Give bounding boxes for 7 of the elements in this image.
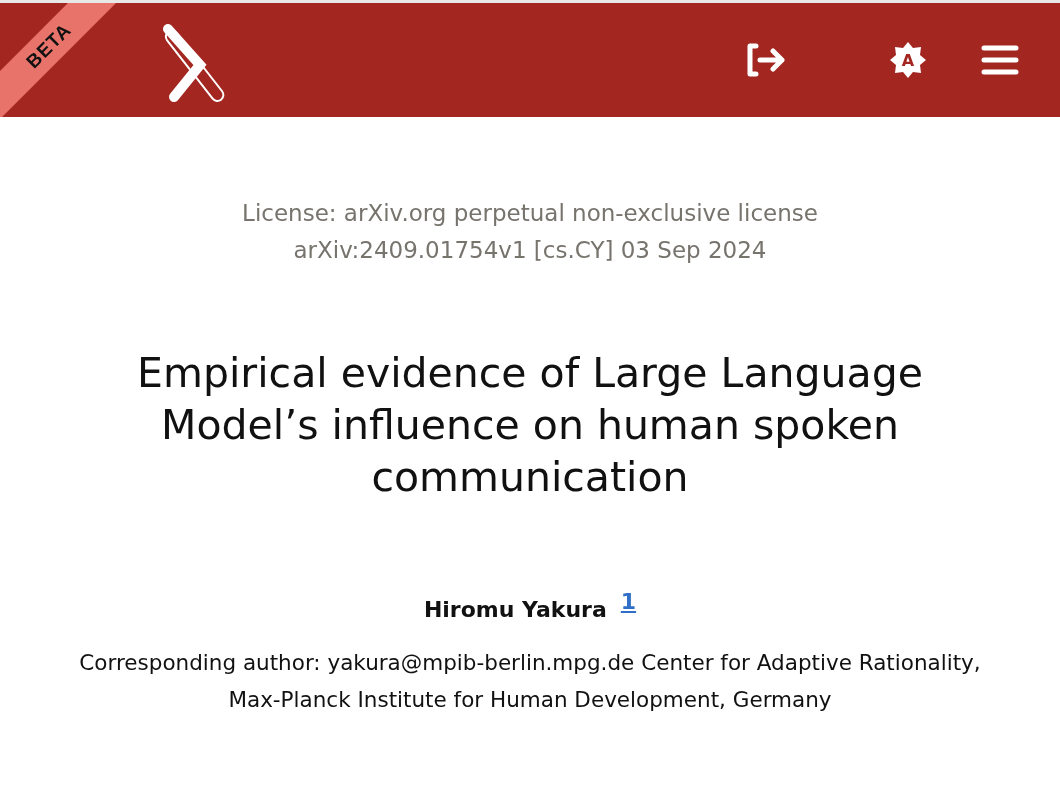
license-text: License: arXiv.org perpetual non-exclusive license xyxy=(242,199,818,228)
paper-title: Empirical evidence of Large Language Model’s influence on human spoken communication xyxy=(136,348,924,503)
author-name: Hiromu Yakura xyxy=(423,596,607,622)
corresponding-author-note: Corresponding author: yakura@mpib-berlin.mpg.de Center for Adaptive Rationality, Max-Planck Institute for Human Development, Germany xyxy=(78,649,982,714)
affiliation-link[interactable]: 1 xyxy=(620,589,637,614)
arxiv-identifier: arXiv:2409.01754v1 [cs.CY] 03 Sep 2024 xyxy=(292,236,768,265)
theme-button[interactable]: A xyxy=(882,34,934,86)
